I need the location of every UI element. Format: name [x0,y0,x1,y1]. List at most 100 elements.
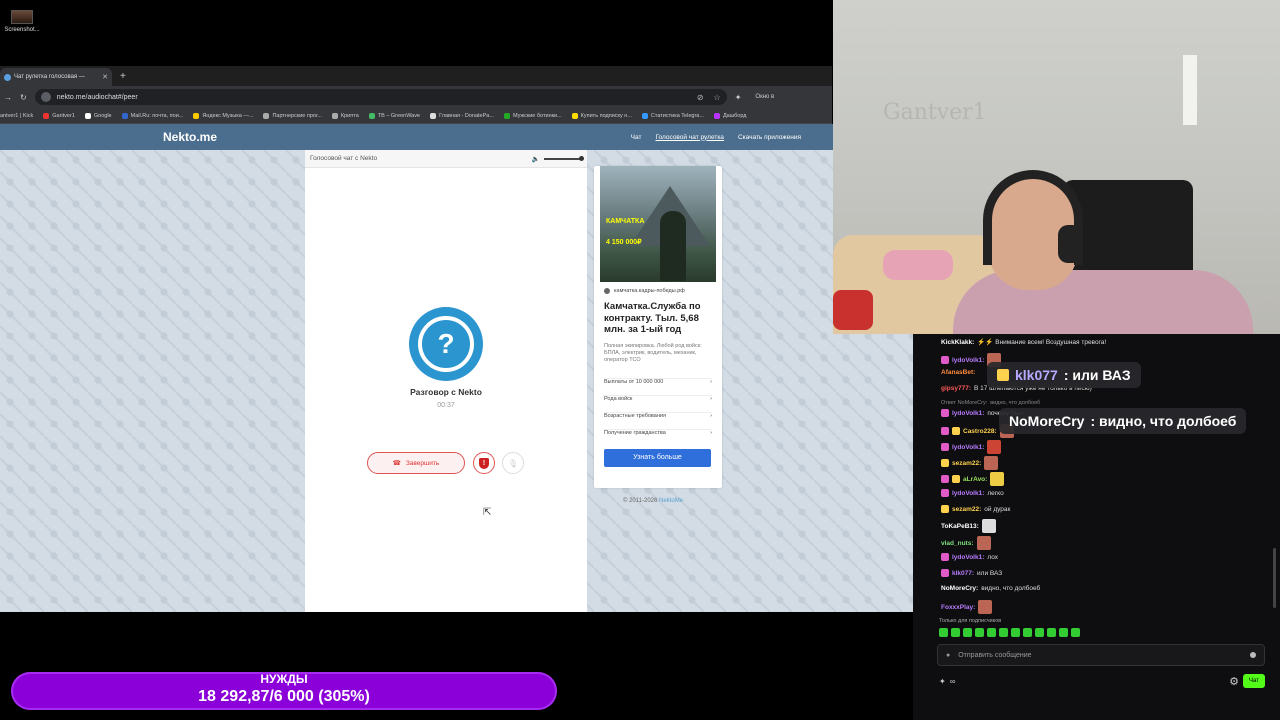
ad-link-row[interactable]: Выплаты от 10 000 000 › [604,378,712,385]
url-text: nekto.me/audiochat#/peer [56,93,138,101]
chat-message: sezam22: ой дурак [941,505,1010,513]
extensions-icon[interactable]: ✦ [735,93,742,102]
tab-close-icon[interactable]: ✕ [102,73,108,81]
ad-link-row[interactable]: Рода войск › [604,395,712,402]
bookmark-item[interactable]: antver1 | Kick [0,113,33,119]
call-timer: 00:37 [437,402,455,409]
bookmark-item[interactable]: Купить подписку н... [571,112,632,119]
mouse-cursor-icon: ⇱ [483,507,492,518]
reload-icon[interactable]: ↻ [20,93,27,102]
goal-label: НУЖДЫ [260,672,308,686]
bookmark-folder[interactable]: Крипта [331,112,359,119]
ad-image[interactable]: КАМЧАТКА 4 150 000₽ [600,166,716,282]
nav-voice-chat[interactable]: Голосовой чат рулетка [655,134,723,141]
question-mark-icon: ? [418,316,474,372]
bookmark-item[interactable]: TB – GreenWave [368,112,420,119]
chat-emote [990,472,1005,486]
emote-button[interactable] [1059,628,1068,637]
volume-slider[interactable] [544,155,584,161]
chat-message-input[interactable]: ● Отправить сообщение [937,644,1265,666]
site-info-icon[interactable] [40,92,51,102]
chevron-right-icon: › [710,413,712,419]
shield-icon: ! [479,457,489,469]
chevron-right-icon: › [710,379,712,385]
chat-emote [987,440,1002,454]
chevron-right-icon: › [710,396,712,402]
volume-knob[interactable] [579,155,584,161]
chat-emote [976,536,991,550]
chat-scrollbar[interactable] [1273,548,1276,608]
address-bar[interactable]: nekto.me/audiochat#/peer ⊘ ☆ [34,89,727,105]
emote-button[interactable] [1011,628,1020,637]
emote-button[interactable] [939,628,948,637]
stream-chat: KickKlakk: ⚡⚡ Внимание всем! Воздушная тр… [913,334,1280,720]
bookmark-item[interactable]: Мужские ботинки... [503,112,562,119]
desktop-icon-label: Screenshot... [4,27,40,33]
emote-button[interactable] [1071,628,1080,637]
points-icon[interactable]: ✦ [939,677,946,686]
ad-link-row[interactable]: Получение гражданства › [604,429,712,436]
bookmark-item[interactable]: Mail.Ru: почта, пои... [121,112,183,119]
bookmark-item[interactable]: Яндекс Музыка —... [193,112,253,119]
red-object [833,290,873,330]
site-logo[interactable]: Nekto.me [163,130,217,144]
screen: Screenshot... Чат рулетка голосовая — ✕ … [0,0,1280,720]
end-call-button[interactable]: ☎ Завершить [367,452,465,474]
desktop-file-icon[interactable]: Screenshot... [2,10,42,33]
wall-shelf [1183,55,1197,125]
chat-message: KickKlakk: ⚡⚡ Внимание всем! Воздушная тр… [941,338,1107,347]
emote-button[interactable] [1035,628,1044,637]
copyright: © 2011-2026 NektoMe [623,498,684,504]
goal-progress: 18 292,87/6 000 (305%) [198,688,370,705]
chat-message: ToKaPeB13: [941,519,996,533]
emote-button[interactable] [1023,628,1032,637]
emote-button[interactable] [975,628,984,637]
bookmark-item[interactable]: Gantver1 [43,112,75,119]
hang-up-icon: ☎ [392,460,401,467]
bookmark-item[interactable]: Дашборд [713,112,746,119]
new-tab-button[interactable]: + [120,68,126,86]
tab-title: Чат рулетка голосовая — [14,74,85,80]
emote-bar [939,628,1080,637]
copyright-link[interactable]: NektoMe [659,498,683,504]
bookmark-item[interactable]: Статистика Telegra... [641,112,704,119]
emoji-picker-icon[interactable] [1250,652,1256,658]
chat-header-title: Голосовой чат с Nekto [310,155,378,162]
window-mode-button[interactable]: Окно в [755,94,774,100]
chat-message: FoxxxPlay: [941,600,993,614]
highlighted-message: NoMoreCry: видно, что долбоеб [999,408,1247,434]
ad-cta-button[interactable]: Узнать больше [604,449,711,467]
volume-control[interactable]: 🔈 [532,155,584,163]
bookmark-star-icon[interactable]: ☆ [714,93,721,102]
nav-download-apps[interactable]: Скачать приложения [738,134,801,141]
emote-button[interactable] [951,628,960,637]
emote-button[interactable] [999,628,1008,637]
voice-chat-card: Голосовой чат с Nekto 🔈 ? Разговор с Nek… [305,150,587,612]
ad-image-amount: 4 150 000₽ [606,239,642,246]
eye-off-icon[interactable]: ⊘ [697,93,704,102]
subscribers-only-notice: Только для подписчиков [939,618,1002,624]
send-chat-button[interactable]: Чат [1243,674,1265,688]
ad-domain[interactable]: камчатка.кадры-победы.рф [604,288,685,294]
ad-banner[interactable]: КАМЧАТКА 4 150 000₽ камчатка.кадры-побед… [594,166,722,488]
emote-button[interactable] [1047,628,1056,637]
emote-button[interactable] [987,628,996,637]
tab-active[interactable]: Чат рулетка голосовая — ✕ [0,68,112,86]
chat-message: aLrAvo: [941,472,1005,486]
nav-chat[interactable]: Чат [631,134,642,141]
bookmark-item[interactable]: Google [84,112,112,119]
chat-emote [984,456,999,470]
report-button[interactable]: ! [473,452,495,474]
ad-link-row[interactable]: Возрастные требования › [604,412,712,419]
nekto-page: Nekto.me Чат Голосовой чат рулетка Скача… [0,124,913,612]
bookmark-folder[interactable]: Партнерские прог... [263,112,322,119]
ad-title[interactable]: Камчатка.Служба по контракту. Тыл. 5,68 … [604,301,716,336]
bookmark-item[interactable]: Главная - DonatePa... [430,112,494,119]
ad-domain-icon [604,288,610,294]
mute-button[interactable]: 🎙 [502,452,524,474]
emote-button[interactable] [963,628,972,637]
ad-description: Полная экипировка. Любой род войск: БПЛА… [604,343,702,363]
gear-icon[interactable]: ⚙ [1229,675,1239,688]
chevron-right-icon: › [710,430,712,436]
forward-icon[interactable]: → [4,93,12,102]
